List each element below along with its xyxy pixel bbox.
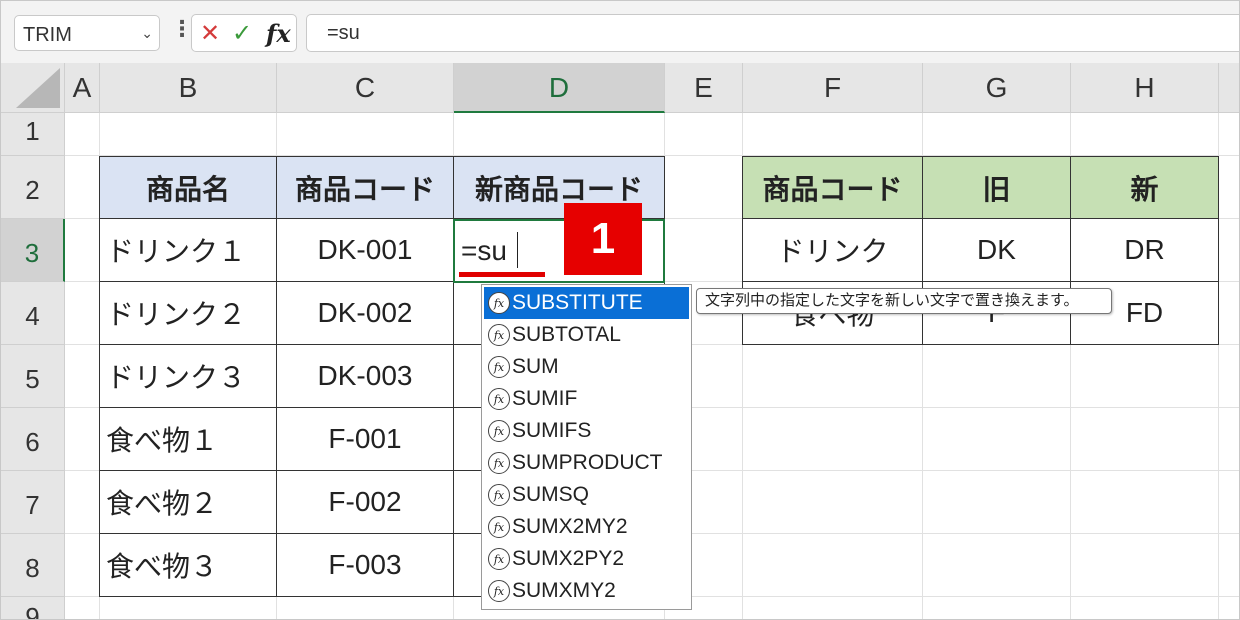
column-header-e[interactable]: E: [665, 63, 743, 113]
row-header-6[interactable]: 6: [1, 408, 65, 471]
row-header-1[interactable]: 1: [1, 113, 65, 156]
column-header-g[interactable]: G: [923, 63, 1071, 113]
cell-b5[interactable]: ドリンク３: [99, 345, 277, 408]
row-header-4[interactable]: 4: [1, 282, 65, 345]
header-mapping-code[interactable]: 商品コード: [742, 156, 923, 219]
text-caret: [517, 232, 518, 268]
function-icon: fx: [488, 356, 510, 378]
autocomplete-item[interactable]: fx SUMIF: [484, 383, 689, 415]
name-box[interactable]: TRIM ⌄: [14, 15, 160, 51]
enter-icon[interactable]: ✓: [232, 19, 252, 48]
cell-c6[interactable]: F-001: [276, 408, 454, 471]
function-icon: fx: [488, 420, 510, 442]
function-autocomplete: fx SUBSTITUTE fx SUBTOTAL fx SUM fx SUMIF fx…: [481, 284, 692, 610]
row-header-8[interactable]: 8: [1, 534, 65, 597]
cell-b8[interactable]: 食べ物３: [99, 534, 277, 597]
insert-function-icon[interactable]: fx: [266, 19, 291, 48]
autocomplete-item[interactable]: fx SUBSTITUTE: [484, 287, 689, 319]
function-tooltip: 文字列中の指定した文字を新しい文字で置き換えます。: [696, 288, 1112, 314]
select-all-corner[interactable]: [1, 63, 65, 113]
more-options-icon[interactable]: ⋮: [171, 18, 193, 40]
function-icon: fx: [488, 516, 510, 538]
cancel-icon[interactable]: ✕: [200, 19, 220, 48]
header-product-code[interactable]: 商品コード: [276, 156, 454, 219]
red-underline: [459, 272, 545, 277]
cell-b4[interactable]: ドリンク２: [99, 282, 277, 345]
autocomplete-item[interactable]: fx SUMSQ: [484, 479, 689, 511]
cell-f3[interactable]: ドリンク: [742, 219, 923, 282]
formula-bar: TRIM ⌄ ⋮ ✕ ✓ fx =su: [1, 1, 1239, 63]
cell-c4[interactable]: DK-002: [276, 282, 454, 345]
function-icon: fx: [488, 292, 510, 314]
function-icon: fx: [488, 580, 510, 602]
excel-window: TRIM ⌄ ⋮ ✕ ✓ fx =su A B C D E F G H 1 2 …: [0, 0, 1240, 620]
row-header-3[interactable]: 3: [1, 219, 65, 282]
row-header-2[interactable]: 2: [1, 156, 65, 219]
cell-c5[interactable]: DK-003: [276, 345, 454, 408]
cell-h3[interactable]: DR: [1070, 219, 1219, 282]
cell-c7[interactable]: F-002: [276, 471, 454, 534]
header-product-name[interactable]: 商品名: [99, 156, 277, 219]
function-icon: fx: [488, 484, 510, 506]
header-new[interactable]: 新: [1070, 156, 1219, 219]
function-icon: fx: [488, 548, 510, 570]
column-header-d[interactable]: D: [454, 63, 665, 113]
autocomplete-item[interactable]: fx SUM: [484, 351, 689, 383]
autocomplete-item[interactable]: fx SUBTOTAL: [484, 319, 689, 351]
cell-c8[interactable]: F-003: [276, 534, 454, 597]
row-header-7[interactable]: 7: [1, 471, 65, 534]
name-box-value: TRIM: [23, 24, 72, 46]
column-header-h[interactable]: H: [1071, 63, 1219, 113]
autocomplete-item[interactable]: fx SUMIFS: [484, 415, 689, 447]
row-header-9[interactable]: 9: [1, 597, 65, 619]
column-header-f[interactable]: F: [743, 63, 923, 113]
column-header-b[interactable]: B: [100, 63, 277, 113]
formula-input[interactable]: =su: [306, 14, 1239, 52]
header-old[interactable]: 旧: [922, 156, 1071, 219]
column-header-c[interactable]: C: [277, 63, 454, 113]
cell-b3[interactable]: ドリンク１: [99, 219, 277, 282]
active-cell-text: =su: [461, 235, 507, 266]
function-icon: fx: [488, 388, 510, 410]
autocomplete-item[interactable]: fx SUMPRODUCT: [484, 447, 689, 479]
column-header-extra[interactable]: [1219, 63, 1239, 113]
function-icon: fx: [488, 452, 510, 474]
formula-buttons: ✕ ✓ fx: [191, 14, 297, 52]
autocomplete-item[interactable]: fx SUMX2MY2: [484, 511, 689, 543]
cell-g3[interactable]: DK: [922, 219, 1071, 282]
cell-b6[interactable]: 食べ物１: [99, 408, 277, 471]
step-badge: 1: [564, 203, 642, 275]
column-header-a[interactable]: A: [65, 63, 100, 113]
cell-c3[interactable]: DK-001: [276, 219, 454, 282]
autocomplete-item[interactable]: fx SUMXMY2: [484, 575, 689, 607]
autocomplete-item[interactable]: fx SUMX2PY2: [484, 543, 689, 575]
chevron-down-icon[interactable]: ⌄: [141, 25, 153, 42]
function-icon: fx: [488, 324, 510, 346]
formula-text: =su: [327, 22, 360, 44]
row-header-5[interactable]: 5: [1, 345, 65, 408]
cell-b7[interactable]: 食べ物２: [99, 471, 277, 534]
